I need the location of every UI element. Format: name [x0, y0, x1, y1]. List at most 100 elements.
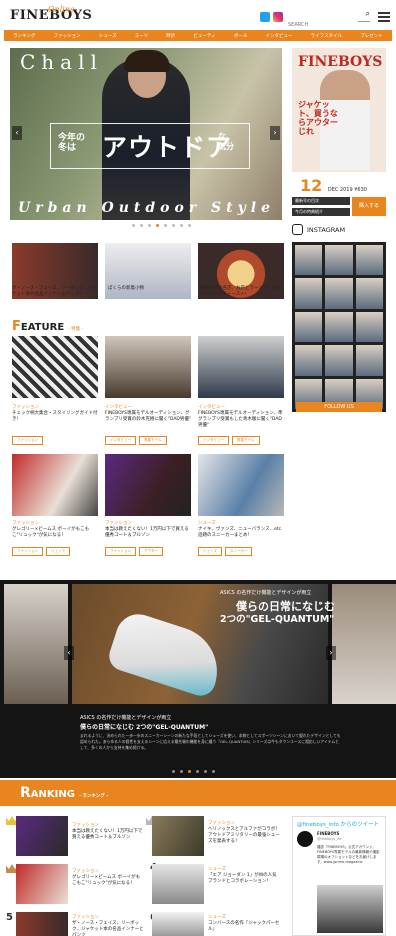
magazine-title: FINEBOYS	[298, 54, 383, 70]
instagram-icon[interactable]	[273, 12, 283, 22]
ranking-image[interactable]	[16, 912, 68, 936]
ranking-title[interactable]: ザ・ノース・フェイス、リーボック…ジャケット本の名品インナーとパンツ	[72, 921, 144, 936]
twitter-handle[interactable]: @fineboys_inf	[317, 837, 342, 841]
feature-tag[interactable]: ファッション	[12, 547, 43, 556]
promo-dot-active[interactable]	[188, 770, 191, 773]
hero-dot[interactable]	[140, 224, 143, 227]
hero-next-arrow[interactable]: ›	[270, 126, 280, 140]
twitter-avatar[interactable]	[297, 831, 313, 847]
instagram-photo[interactable]	[325, 278, 353, 309]
feature-tag[interactable]: ファッション	[12, 436, 43, 445]
feature-image[interactable]	[12, 336, 98, 398]
hero-dot[interactable]	[148, 224, 151, 227]
instagram-photo[interactable]	[325, 311, 353, 343]
ranking-image[interactable]	[152, 912, 204, 936]
instagram-photo[interactable]	[295, 278, 323, 309]
promo-title[interactable]: 僕らの日常になじむ 2つの"GEL-QUANTUM"	[80, 722, 208, 731]
twitter-icon[interactable]	[260, 12, 270, 22]
nav-item-ranking[interactable]: ランキング	[13, 33, 35, 39]
instagram-photo[interactable]	[355, 311, 383, 343]
feature-tag[interactable]: アウター	[139, 547, 163, 556]
twitter-name[interactable]: FINEBOYS	[317, 831, 339, 836]
feature-image[interactable]	[12, 454, 98, 516]
instagram-photo[interactable]	[355, 345, 383, 376]
ranking-image[interactable]	[152, 816, 204, 856]
feature-image[interactable]	[198, 454, 284, 516]
magazine-present-button[interactable]: 今月の特典紹介	[292, 208, 350, 216]
instagram-follow-button[interactable]: FOLLOW US	[296, 402, 382, 412]
nav-item-shoes[interactable]: シューズ	[99, 33, 117, 39]
promo-prev-arrow[interactable]: ‹	[64, 646, 74, 660]
feature-tag[interactable]: インタビュー	[198, 436, 229, 445]
nav-item-lifestyle[interactable]: ライフスタイル	[311, 33, 343, 39]
ranking-title[interactable]: グレゴリー×ビームス ボーイがもこもこ"リュック"が気になる！	[72, 875, 144, 887]
feature-title[interactable]: FINEBOYS専属モデルオーディション、グランプリ受賞の鈴木克樹に聞く"DAD…	[105, 411, 193, 423]
ranking-image[interactable]	[16, 864, 68, 904]
instagram-photo[interactable]	[295, 311, 323, 343]
search-icon[interactable]: ⌕	[366, 9, 370, 19]
feature-tag[interactable]: シューズ	[198, 547, 222, 556]
promo-next-slide[interactable]	[332, 584, 396, 704]
feature-tag[interactable]: リュック	[46, 547, 70, 556]
feature-title[interactable]: チェック柄大集合・スタイリングガイド付き!	[12, 411, 100, 423]
instagram-photo[interactable]	[295, 345, 323, 376]
instagram-photo[interactable]	[325, 345, 353, 376]
promo-dot[interactable]	[212, 770, 215, 773]
feature-tag[interactable]: ファッション	[105, 547, 136, 556]
feature-tag[interactable]: 専属モデル	[232, 436, 260, 445]
nav-item-present[interactable]: プレゼント	[360, 33, 383, 39]
hero-dot-active[interactable]	[156, 224, 159, 227]
feature-image[interactable]	[105, 454, 191, 516]
tweet-image[interactable]	[317, 885, 383, 933]
twitter-widget-header[interactable]: @fineboys_info からのツイート	[297, 820, 379, 828]
nav-item-beauty[interactable]: ビューティ	[193, 33, 215, 39]
ranking-title[interactable]: 本当は教えたくない！1万円以下で買える優秀コート＆ブルゾン	[72, 829, 144, 841]
instagram-photo[interactable]	[355, 245, 383, 276]
nav-item-fashion[interactable]: ファッション	[54, 33, 81, 39]
instagram-photo[interactable]	[295, 245, 323, 276]
instagram-photo[interactable]	[355, 278, 383, 309]
nav-item-ball[interactable]: ボール	[234, 33, 248, 39]
promo-dot[interactable]	[172, 770, 175, 773]
magazine-cover[interactable]: FINEBOYS ジャケット、買うならアウターじれ	[292, 48, 386, 172]
instagram-photo[interactable]	[325, 245, 353, 276]
promo-prev-slide[interactable]	[4, 584, 68, 704]
hero-prev-arrow[interactable]: ‹	[12, 126, 22, 140]
promo-dot[interactable]	[196, 770, 199, 773]
small-tile-caption[interactable]: ぼくらの新着小物	[108, 286, 193, 292]
twitter-widget[interactable]: @fineboys_info からのツイート FINEBOYS @fineboy…	[292, 816, 386, 936]
feature-tag[interactable]: インタビュー	[105, 436, 136, 445]
promo-next-arrow[interactable]: ›	[326, 646, 336, 660]
hero-dot[interactable]	[180, 224, 183, 227]
ranking-title[interactable]: 「エア ジョーダン 1」がWの人気ブランドとコラボレーション！	[208, 873, 280, 885]
nav-item-interview[interactable]: インタビュー	[265, 33, 292, 39]
search-input[interactable]	[288, 20, 358, 30]
small-tile-caption[interactable]: 東京大学の名店、お店とラーメン！カレー！フレンチトースト!	[200, 286, 285, 298]
promo-dot[interactable]	[180, 770, 183, 773]
hero-dot[interactable]	[172, 224, 175, 227]
feature-title[interactable]: 本当は教えたくない！1万円以下で買える優秀コート＆ブルゾン	[105, 527, 193, 539]
hero-dot[interactable]	[132, 224, 135, 227]
hero-dot[interactable]	[188, 224, 191, 227]
ranking-image[interactable]	[16, 816, 68, 856]
small-tile-caption[interactable]: ザ・ノース・フェイス、リーボック…ジャケット本の名品インナーとパンツ!	[12, 286, 97, 298]
search-box[interactable]: ⌕	[288, 9, 370, 30]
feature-tag[interactable]: スニーカー	[224, 547, 253, 556]
ranking-title[interactable]: ヘリノックスとアルファがコラボ！アウトドアミリタリーの最強シューズを発表する！	[208, 827, 280, 845]
feature-tag[interactable]: 専属モデル	[139, 436, 167, 445]
promo-dot[interactable]	[204, 770, 207, 773]
ranking-image[interactable]	[152, 864, 204, 904]
hero-dot[interactable]	[164, 224, 167, 227]
hamburger-menu-icon[interactable]	[378, 12, 390, 22]
nav-item-watches[interactable]: 時計	[166, 33, 175, 39]
magazine-contents-button[interactable]: 最新号の目次	[292, 197, 350, 205]
ranking-title[interactable]: コンバースの名作「ジャックパーセル」	[208, 921, 280, 933]
feature-image[interactable]	[198, 336, 284, 398]
feature-title[interactable]: ナイキ、ヴァンズ、ニューバランス…etc.話題のスニーカーまとめ！	[198, 527, 286, 539]
magazine-buy-button[interactable]: 購入する	[352, 197, 386, 216]
feature-title[interactable]: グレゴリー×ビームス ボーイがもこもこ"リュック"が気になる！	[12, 527, 100, 539]
hero-slider[interactable]: Chall 今年の 冬は アウトドア な気分 Urban Outdoor Styl…	[10, 48, 282, 220]
feature-title[interactable]: FINEBOYS専属モデルオーディション、準グランプリ受賞もした青木駿に聞く"D…	[198, 411, 286, 429]
feature-image[interactable]	[105, 336, 191, 398]
nav-item-suits[interactable]: スーツ	[135, 33, 148, 39]
